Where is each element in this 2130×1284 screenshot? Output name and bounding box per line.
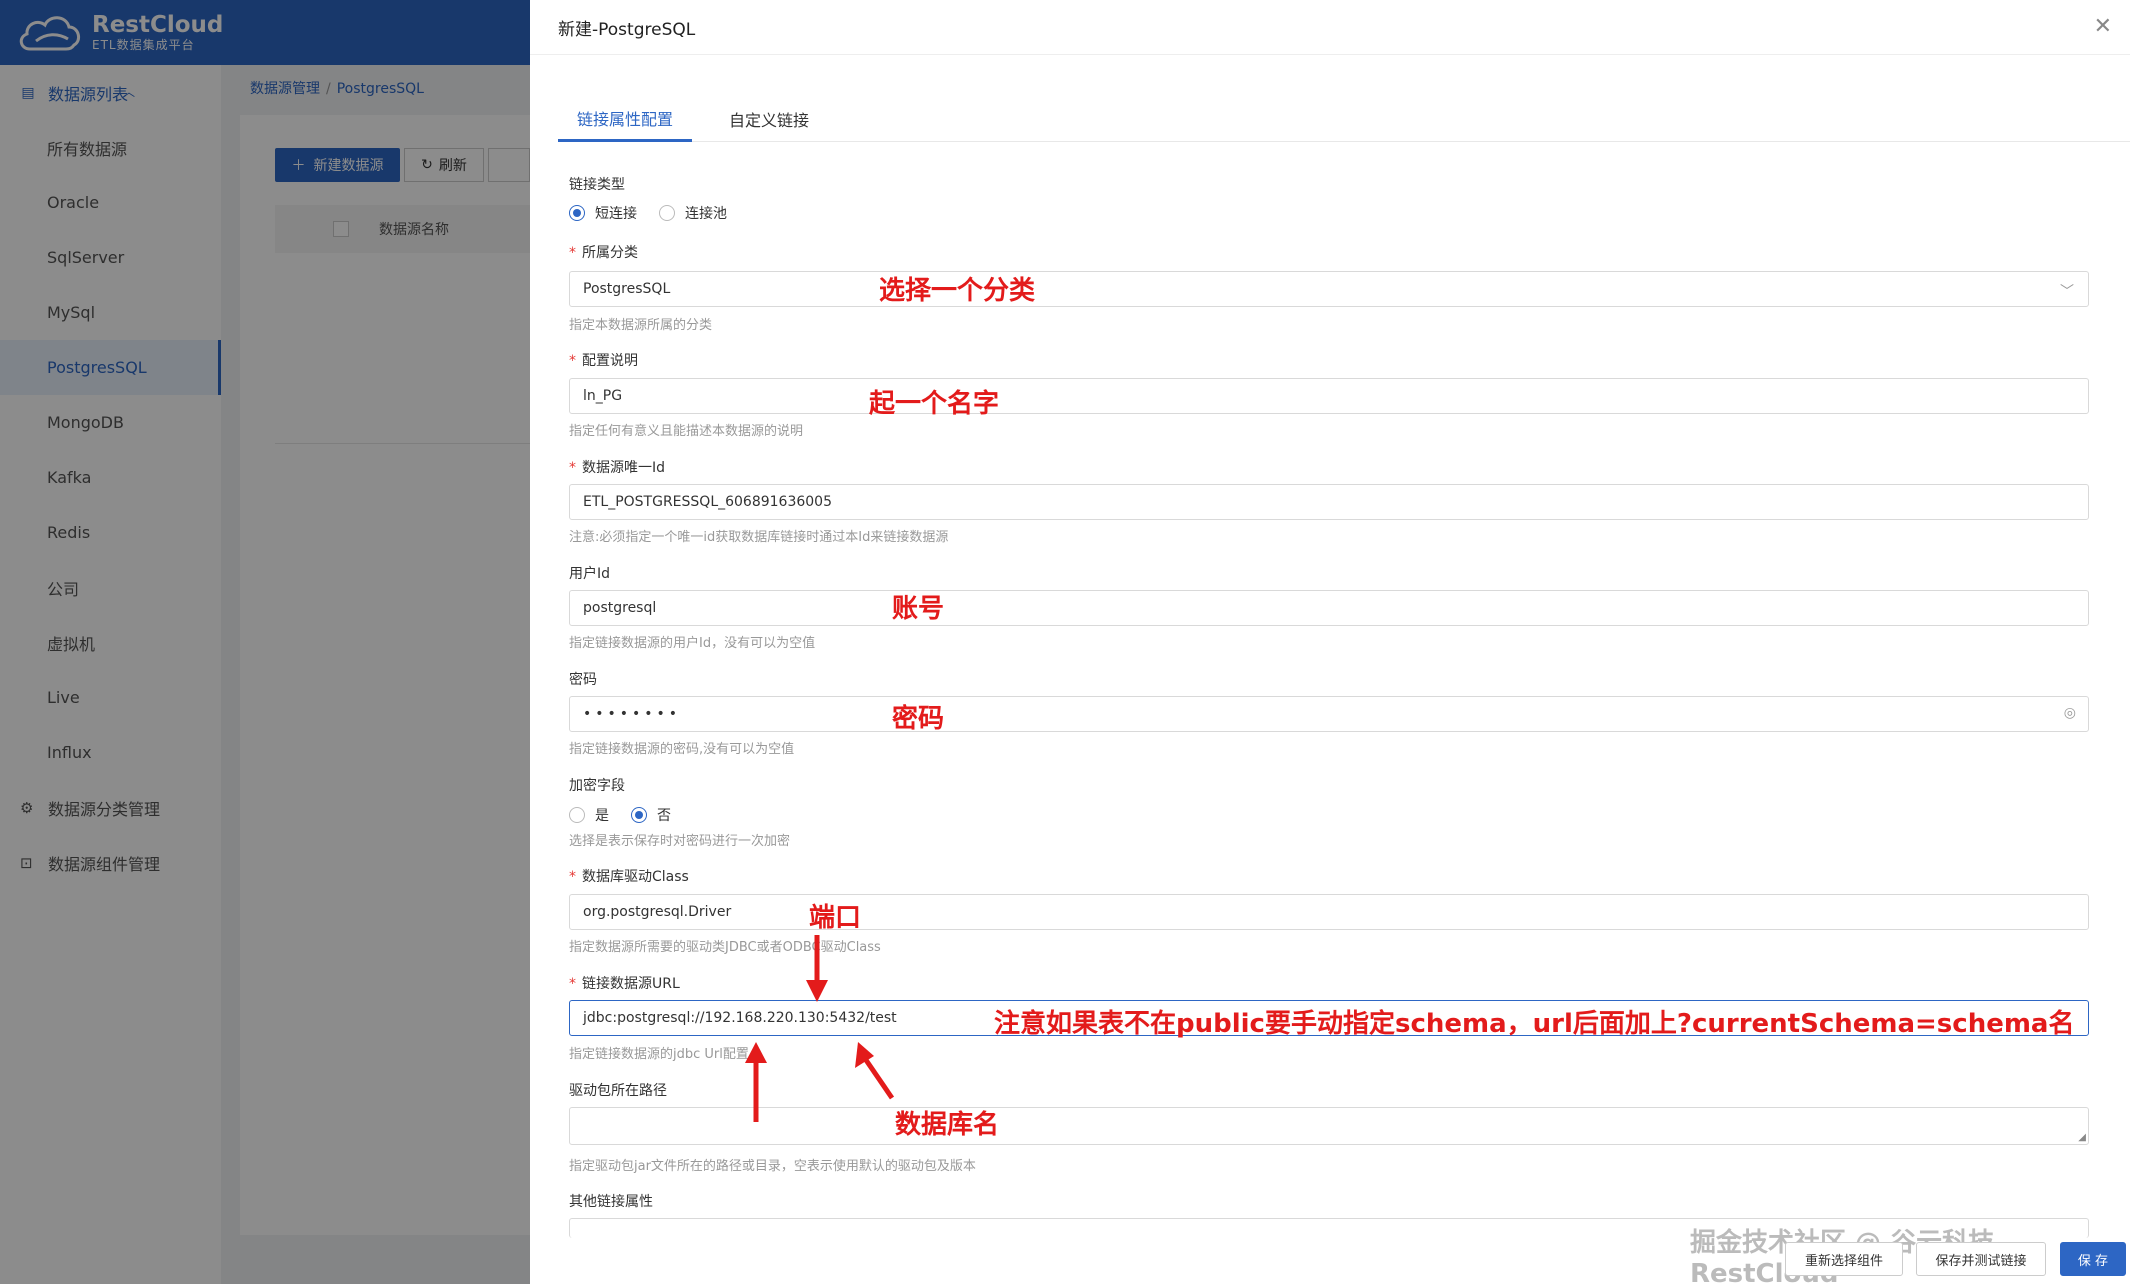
background-app: ▤ 数据源列表 ︿ 所有数据源 Oracle SqlServer MySql P…: [0, 0, 530, 1284]
drawer-tabs: 链接属性配置 自定义链接: [558, 96, 2130, 142]
jar-path-textarea[interactable]: ◢: [569, 1107, 2089, 1145]
reselect-component-button[interactable]: 重新选择组件: [1785, 1242, 1903, 1276]
conn-type-label-text: 链接类型: [569, 177, 625, 193]
uid-help: 注意:必须指定一个唯一id获取数据库链接时通过本Id来链接数据源: [569, 530, 949, 545]
resize-handle-icon[interactable]: ◢: [2078, 1132, 2086, 1143]
annotation-dbname: 数据库名: [895, 1110, 1000, 1140]
url-help: 指定链接数据源的jdbc Url配置: [569, 1047, 749, 1062]
jar-path-help: 指定驱动包jar文件所在的路径或目录，空表示使用默认的驱动包及版本: [569, 1159, 976, 1174]
tab-connection-properties[interactable]: 链接属性配置: [558, 96, 693, 142]
category-help: 指定本数据源所属的分类: [569, 318, 713, 333]
password-help: 指定链接数据源的密码,没有可以为空值: [569, 742, 795, 757]
radio-label: 否: [657, 808, 671, 824]
url-label-text: 链接数据源URL: [582, 976, 680, 992]
encrypt-label-text: 加密字段: [569, 778, 625, 794]
save-and-test-button[interactable]: 保存并测试链接: [1916, 1242, 2046, 1276]
user-value: postgresql: [583, 600, 657, 616]
driver-value: org.postgresql.Driver: [583, 904, 732, 920]
annotation-category: 选择一个分类: [879, 276, 1036, 306]
desc-input[interactable]: ln_PG: [569, 378, 2089, 414]
desc-label-text: 配置说明: [582, 353, 638, 369]
driver-help: 指定数据源所需要的驱动类JDBC或者ODBC驱动Class: [569, 940, 881, 955]
user-label-text: 用户Id: [569, 566, 611, 582]
encrypt-radio-group: 是 否: [569, 805, 693, 825]
url-label: * 链接数据源URL: [569, 976, 680, 992]
url-value: jdbc:postgresql://192.168.220.130:5432/t…: [583, 1010, 897, 1026]
annotation-schema-note: 注意如果表不在public要手动指定schema，url后面加上?current…: [994, 1009, 2075, 1039]
driver-input[interactable]: org.postgresql.Driver: [569, 894, 2089, 930]
annotation-port: 端口: [809, 903, 862, 933]
radio-encrypt-yes[interactable]: 是: [569, 805, 609, 825]
radio-unchecked-icon: [569, 807, 585, 823]
encrypt-label: 加密字段: [569, 775, 625, 795]
create-datasource-drawer: 新建-PostgreSQL ✕ 链接属性配置 自定义链接 链接类型 短连接 连接…: [530, 0, 2130, 1284]
radio-checked-icon: [569, 205, 585, 221]
uid-input[interactable]: ETL_POSTGRESSQL_606891636005: [569, 484, 2089, 520]
desc-value: ln_PG: [583, 388, 623, 404]
category-label-text: 所属分类: [582, 245, 638, 261]
encrypt-help: 选择是表示保存时对密码进行一次加密: [569, 834, 791, 849]
password-input[interactable]: •••••••• ◎: [569, 696, 2089, 732]
password-label: 密码: [569, 669, 597, 689]
user-help: 指定链接数据源的用户Id，没有可以为空值: [569, 636, 816, 651]
jar-path-label: 驱动包所在路径: [569, 1080, 667, 1100]
save-button[interactable]: 保 存: [2060, 1242, 2126, 1276]
conn-type-label: 链接类型: [569, 174, 625, 194]
radio-connection-pool[interactable]: 连接池: [659, 203, 727, 223]
driver-label: * 数据库驱动Class: [569, 869, 689, 885]
category-value: PostgresSQL: [583, 281, 671, 297]
tab-custom-connection[interactable]: 自定义链接: [710, 96, 828, 142]
radio-label: 连接池: [685, 206, 727, 222]
radio-checked-icon: [631, 807, 647, 823]
password-value: ••••••••: [583, 706, 682, 722]
uid-value: ETL_POSTGRESSQL_606891636005: [583, 494, 832, 510]
user-label: 用户Id: [569, 563, 610, 583]
jar-path-label-text: 驱动包所在路径: [569, 1083, 667, 1099]
modal-overlay[interactable]: [0, 0, 530, 1284]
arrow-dbname: [863, 1058, 895, 1100]
password-label-text: 密码: [569, 672, 597, 688]
driver-label-text: 数据库驱动Class: [582, 869, 689, 885]
drawer-header: 新建-PostgreSQL: [530, 0, 2130, 55]
radio-label: 是: [595, 808, 609, 824]
eye-off-icon[interactable]: ◎: [2064, 705, 2076, 721]
category-label: * 所属分类: [569, 245, 638, 261]
desc-help: 指定任何有意义且能描述本数据源的说明: [569, 424, 804, 439]
chevron-down-icon: ﹀: [2060, 284, 2074, 300]
close-icon[interactable]: ✕: [2094, 14, 2112, 39]
radio-label: 短连接: [595, 206, 637, 222]
other-props-label-text: 其他链接属性: [569, 1194, 653, 1210]
annotation-password: 密码: [892, 704, 945, 734]
radio-unchecked-icon: [659, 205, 675, 221]
other-props-label: 其他链接属性: [569, 1191, 653, 1211]
conn-type-radio-group: 短连接 连接池: [569, 203, 749, 223]
uid-label: * 数据源唯一Id: [569, 460, 666, 476]
annotation-account: 账号: [892, 594, 945, 624]
annotation-name: 起一个名字: [869, 389, 1000, 419]
desc-label: * 配置说明: [569, 353, 638, 369]
radio-encrypt-no[interactable]: 否: [631, 805, 671, 825]
user-input[interactable]: postgresql: [569, 590, 2089, 626]
drawer-title: 新建-PostgreSQL: [558, 19, 696, 40]
radio-short-connection[interactable]: 短连接: [569, 203, 637, 223]
category-select[interactable]: PostgresSQL ﹀: [569, 271, 2089, 307]
uid-label-text: 数据源唯一Id: [582, 460, 666, 476]
